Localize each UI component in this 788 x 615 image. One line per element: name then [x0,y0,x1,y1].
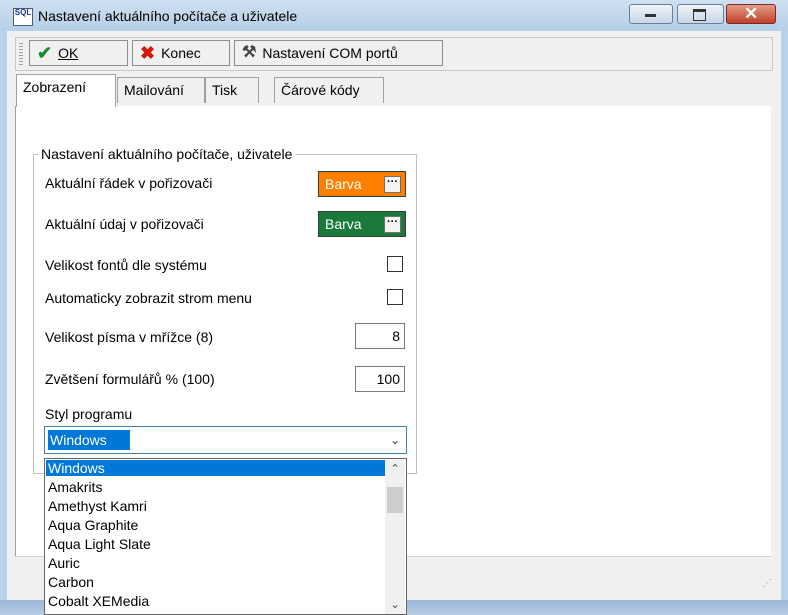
konec-button[interactable]: ✖ Konec [132,40,230,66]
checkmark-icon: ✔ [37,43,53,63]
maximize-icon [693,9,706,21]
minimize-icon [645,14,656,17]
dropdown-option[interactable]: Aqua Light Slate [46,536,385,552]
tab-mailovani[interactable]: Mailování [117,77,205,103]
com-ports-label: Nastavení COM portů [262,45,398,61]
resize-grip-icon[interactable]: ⋰ [762,578,772,589]
form-zoom-input[interactable]: 100 [355,366,405,392]
maximize-button[interactable] [677,4,724,24]
style-select[interactable]: Windows ⌄ [44,426,407,454]
app-icon: SQL [13,8,33,26]
scrollbar-thumb[interactable] [387,487,403,513]
chevron-down-icon[interactable]: ⌄ [385,596,405,614]
style-dropdown-list: Windows Amakrits Amethyst Kamri Aqua Gra… [44,458,407,615]
dropdown-option[interactable]: Windows [46,460,385,476]
dropdown-option[interactable]: Amakrits [46,479,385,495]
current-line-color-button[interactable]: Barva ··· [318,171,406,197]
tab-label: Čárové kódy [281,82,360,98]
auto-tree-menu-label: Automaticky zobrazit strom menu [45,290,252,306]
window: SQL Nastavení aktuálního počítače a uživ… [0,0,788,615]
grid-font-size-input[interactable]: 8 [355,323,405,349]
tab-label: Mailování [124,82,184,98]
tab-zobrazeni[interactable]: Zobrazení [16,74,116,107]
ok-label: OK [58,45,79,61]
konec-label: Konec [161,45,201,61]
close-icon: ✕ [744,4,759,23]
style-selected-value: Windows [48,430,130,450]
close-button[interactable]: ✕ [726,4,776,24]
chevron-up-icon[interactable]: ⌃ [385,460,405,478]
dropdown-option[interactable]: Aqua Graphite [46,517,385,533]
color-button-label: Barva [325,216,362,232]
minimize-button[interactable] [629,4,673,24]
title-bar[interactable]: SQL Nastavení aktuálního počítače a uživ… [0,0,788,30]
ellipsis-icon[interactable]: ··· [384,216,401,233]
toolbar-grip[interactable] [19,43,23,65]
auto-tree-menu-checkbox[interactable] [387,289,403,305]
font-size-system-label: Velikost fontů dle systému [45,257,207,273]
style-label: Styl programu [45,406,133,422]
color-button-label: Barva [325,176,362,192]
dropdown-option[interactable]: Cobalt XEMedia [46,593,385,609]
chevron-down-icon[interactable]: ⌄ [386,430,404,450]
current-value-label: Aktuální údaj v pořizovači [45,216,204,232]
font-size-system-checkbox[interactable] [387,256,403,272]
tab-label: Tisk [212,82,238,98]
dropdown-scrollbar[interactable]: ⌃ ⌄ [385,460,405,614]
com-ports-icon: ⚒ [242,44,257,61]
com-ports-button[interactable]: ⚒ Nastavení COM portů [234,40,443,66]
form-zoom-label: Zvětšení formulářů % (100) [45,371,215,387]
dropdown-option[interactable]: Carbon [46,574,385,590]
dropdown-option[interactable]: Auric [46,555,385,571]
tab-carove-kody[interactable]: Čárové kódy [274,77,384,103]
close-x-icon: ✖ [140,43,156,63]
ok-button[interactable]: ✔ OK [29,40,128,66]
current-line-label: Aktuální řádek v pořizovači [45,175,213,191]
current-value-color-button[interactable]: Barva ··· [318,211,406,237]
ellipsis-icon[interactable]: ··· [384,176,401,193]
app-icon-label: SQL [14,8,32,17]
dropdown-option[interactable]: Amethyst Kamri [46,498,385,514]
tab-tisk[interactable]: Tisk [205,77,259,103]
group-title: Nastavení aktuálního počítače, uživatele [38,146,296,162]
tab-label: Zobrazení [23,79,87,95]
grid-font-size-label: Velikost písma v mřížce (8) [45,329,214,345]
window-title: Nastavení aktuálního počítače a uživatel… [38,8,298,24]
